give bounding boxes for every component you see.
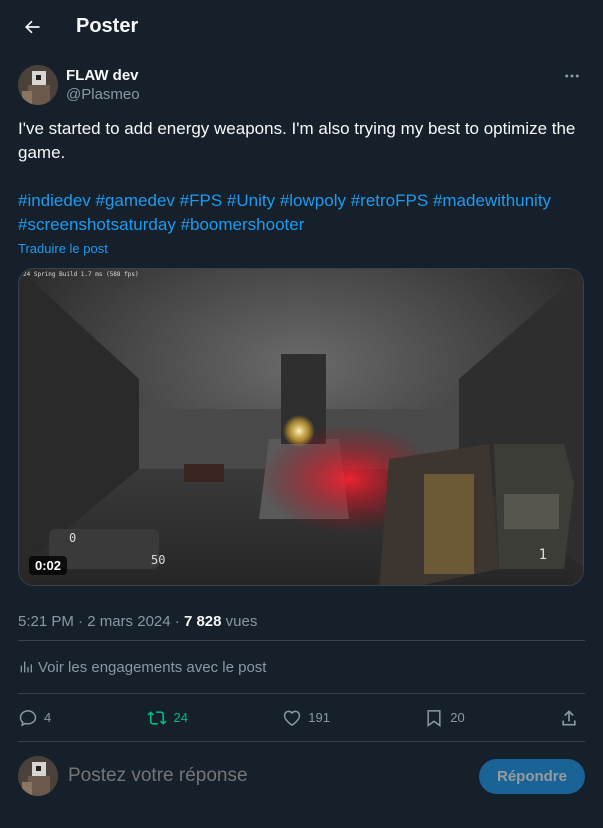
repost-count: 24 [173,710,188,725]
hashtag-link[interactable]: #screenshotsaturday [18,215,176,234]
repost-button[interactable]: 24 [146,708,188,728]
translate-link[interactable]: Traduire le post [0,237,603,256]
bookmark-icon [427,709,441,727]
reply-input[interactable] [68,765,479,787]
hashtag-list: #indiedev #gamedev #FPS #Unity #lowpoly … [18,189,585,237]
fps-overlay: 24 Spring Build 1.7 ms (588 fps) [23,271,139,278]
hashtag-link[interactable]: #FPS [180,191,223,210]
reply-icon [19,709,37,726]
tweet-time[interactable]: 5:21 PM [18,613,74,630]
view-engagements-link[interactable]: Voir les engagements avec le post [0,641,603,693]
top-bar: Poster [0,0,603,53]
share-button[interactable] [559,708,585,728]
like-button[interactable]: 191 [282,708,330,728]
author-row: FLAW dev @Plasmeo [0,53,603,105]
bookmark-button[interactable]: 20 [424,708,465,728]
hashtag-link[interactable]: #gamedev [96,191,175,210]
reply-count: 4 [44,710,52,725]
tweet-date[interactable]: 2 mars 2024 [87,613,170,630]
tweet-body: I've started to add energy weapons. I'm … [0,105,603,237]
heart-icon [284,710,301,726]
engagements-label: Voir les engagements avec le post [38,658,267,676]
hud-ammo: 0 [69,531,77,545]
hashtag-link[interactable]: #boomershooter [181,215,305,234]
tweet-text: I've started to add energy weapons. I'm … [18,119,576,162]
bookmark-count: 20 [450,710,465,725]
reply-composer: Répondre [0,742,603,810]
reply-button[interactable]: 4 [18,708,51,728]
reply-submit-button[interactable]: Répondre [478,758,585,794]
page-title: Poster [76,15,139,37]
action-bar: 4 24 191 20 [0,694,603,741]
video-player[interactable]: 24 Spring Build 1.7 ms (588 fps) 0 50 1 … [18,268,584,586]
game-screenshot [19,269,583,585]
views-count: 7 828 [183,612,222,630]
share-icon [562,709,576,725]
hashtag-link[interactable]: #lowpoly [280,191,346,210]
repost-icon [146,710,167,725]
avatar[interactable] [18,65,58,105]
video-duration: 0:02 [29,556,68,575]
author-handle[interactable]: @Plasmeo [66,85,140,105]
hud-counter: 1 [538,547,547,563]
back-arrow-icon[interactable] [20,15,44,39]
more-options-icon[interactable] [563,67,581,90]
hashtag-link[interactable]: #madewithunity [433,191,551,210]
tweet-meta: 5:21 PM · 2 mars 2024 · 7 828 vues [18,612,258,630]
author-display-name[interactable]: FLAW dev [66,67,140,85]
like-count: 191 [308,710,330,725]
analytics-icon [20,661,32,673]
hud-health: 50 [151,553,166,567]
hashtag-link[interactable]: #Unity [227,191,275,210]
author-info: FLAW dev @Plasmeo [66,67,140,105]
views-label: vues [225,612,258,630]
hashtag-link[interactable]: #indiedev [18,191,91,210]
hashtag-link[interactable]: #retroFPS [351,191,428,210]
user-avatar[interactable] [18,756,58,796]
